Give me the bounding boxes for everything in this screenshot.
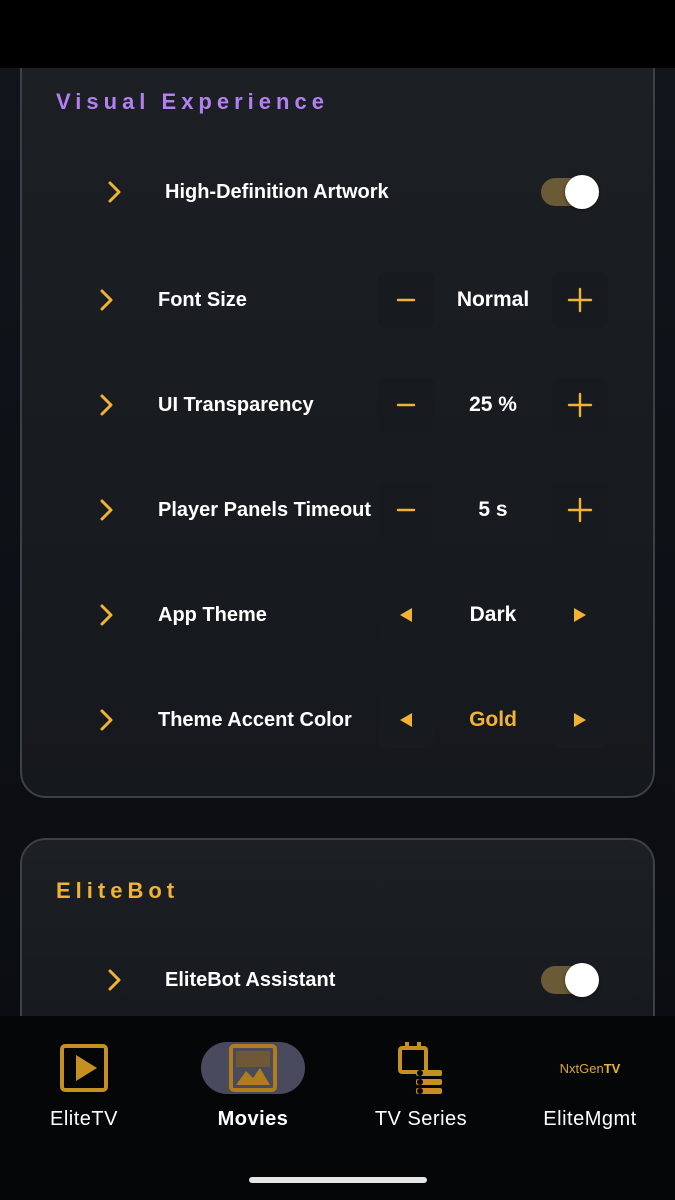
section-title-visual: Visual Experience xyxy=(56,89,329,114)
transparency-decrease-button[interactable] xyxy=(378,377,434,433)
chevron-right-icon[interactable] xyxy=(98,706,116,734)
chevron-right-icon[interactable] xyxy=(98,391,116,419)
font-size-decrease-button[interactable] xyxy=(378,272,434,328)
nav-icon-container: NxtGenTV xyxy=(538,1042,642,1094)
nxtgentv-logo: NxtGenTV xyxy=(559,1060,621,1076)
status-bar xyxy=(0,0,675,68)
settings-screen: Visual Experience High-Definition Artwor… xyxy=(0,0,675,1200)
chevron-right-icon[interactable] xyxy=(98,286,116,314)
chevron-right-icon[interactable] xyxy=(98,601,116,629)
triangle-left-icon xyxy=(400,713,412,727)
chevron-right-icon[interactable] xyxy=(98,496,116,524)
triangle-right-icon xyxy=(574,713,586,727)
nav-icon-container xyxy=(369,1042,473,1094)
setting-label: App Theme xyxy=(158,604,267,626)
font-size-value: Normal xyxy=(456,288,530,311)
nav-item-elitemgmt[interactable]: NxtGenTV EliteMgmt xyxy=(506,1016,674,1146)
artwork-toggle[interactable] xyxy=(541,175,599,209)
plus-icon xyxy=(567,497,593,523)
calendar-list-icon xyxy=(398,1042,442,1094)
font-size-increase-button[interactable] xyxy=(552,272,608,328)
transparency-value: 25 % xyxy=(469,393,517,416)
nav-icon-container xyxy=(32,1042,136,1094)
setting-row-font-size: Font Size Normal xyxy=(22,268,653,332)
setting-label: UI Transparency xyxy=(158,394,314,416)
elitebot-assistant-toggle[interactable] xyxy=(541,963,599,997)
timeout-decrease-button[interactable] xyxy=(378,482,434,538)
theme-next-button[interactable] xyxy=(552,587,608,643)
nav-label: EliteTV xyxy=(50,1108,118,1130)
accent-previous-button[interactable] xyxy=(378,692,434,748)
setting-label: EliteBot Assistant xyxy=(165,969,336,991)
timeout-value: 5 s xyxy=(478,498,508,521)
plus-icon xyxy=(567,392,593,418)
timeout-increase-button[interactable] xyxy=(552,482,608,538)
nav-icon-container xyxy=(201,1042,305,1094)
nav-label: TV Series xyxy=(374,1108,468,1130)
setting-label: Player Panels Timeout xyxy=(158,499,372,521)
plus-icon xyxy=(567,287,593,313)
section-title-elitebot: EliteBot xyxy=(56,878,180,903)
setting-row-elitebot-assistant[interactable]: EliteBot Assistant xyxy=(22,948,653,1012)
toggle-knob xyxy=(565,175,599,209)
nav-label: Movies xyxy=(217,1108,289,1130)
home-indicator[interactable] xyxy=(249,1177,427,1183)
accent-value: Gold xyxy=(469,708,517,731)
theme-previous-button[interactable] xyxy=(378,587,434,643)
toggle-knob xyxy=(565,963,599,997)
setting-label: Font Size xyxy=(158,289,247,311)
setting-label: High-Definition Artwork xyxy=(165,181,389,203)
chevron-right-icon[interactable] xyxy=(106,178,124,206)
accent-next-button[interactable] xyxy=(552,692,608,748)
image-icon xyxy=(229,1044,277,1092)
nav-item-movies[interactable]: Movies xyxy=(169,1016,337,1146)
setting-row-transparency: UI Transparency 25 % xyxy=(22,373,653,437)
nav-item-tv-series[interactable]: TV Series xyxy=(337,1016,505,1146)
setting-row-accent-color: Theme Accent Color Gold xyxy=(22,688,653,752)
nav-item-elitetv[interactable]: EliteTV xyxy=(0,1016,168,1146)
transparency-increase-button[interactable] xyxy=(552,377,608,433)
visual-experience-card: Visual Experience High-Definition Artwor… xyxy=(20,40,655,798)
minus-icon xyxy=(396,298,416,302)
bottom-navigation: EliteTV Movies TV Series NxtGenTV EliteM… xyxy=(0,1016,675,1200)
chevron-right-icon[interactable] xyxy=(106,966,124,994)
setting-row-panels-timeout: Player Panels Timeout 5 s xyxy=(22,478,653,542)
minus-icon xyxy=(396,403,416,407)
minus-icon xyxy=(396,508,416,512)
setting-label: Theme Accent Color xyxy=(158,709,352,731)
theme-value: Dark xyxy=(469,603,517,626)
triangle-left-icon xyxy=(400,608,412,622)
setting-row-app-theme: App Theme Dark xyxy=(22,583,653,647)
setting-row-artwork[interactable]: High-Definition Artwork xyxy=(22,160,653,224)
play-box-icon xyxy=(60,1044,108,1092)
nav-label: EliteMgmt xyxy=(543,1108,637,1130)
triangle-right-icon xyxy=(574,608,586,622)
